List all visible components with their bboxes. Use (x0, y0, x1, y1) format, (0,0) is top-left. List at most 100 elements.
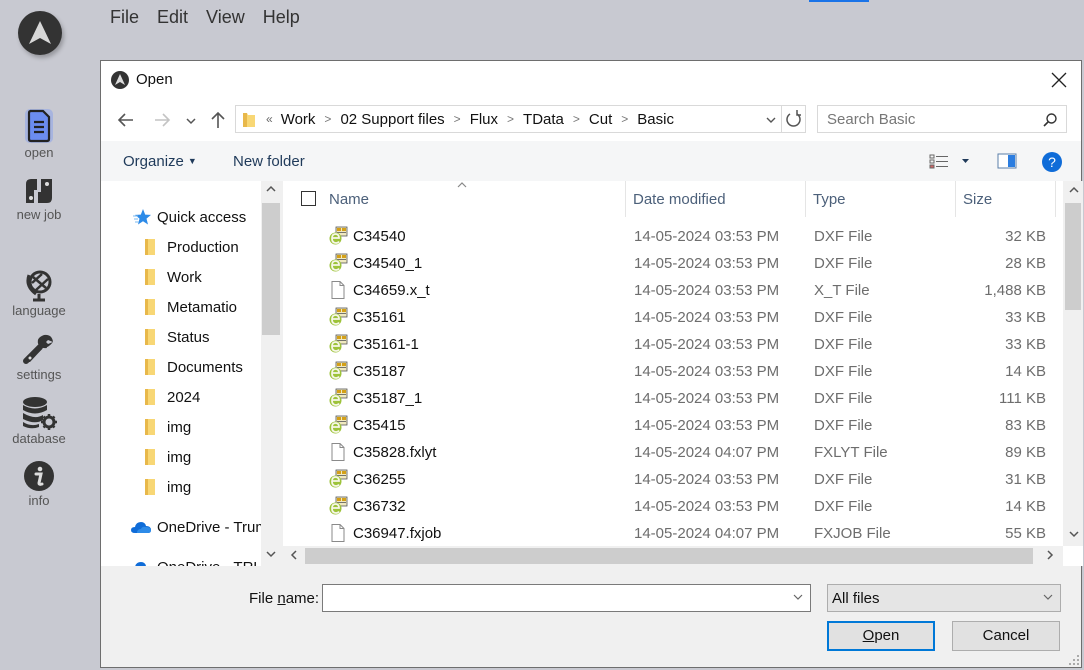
file-date-modified: 14-05-2024 03:53 PM (634, 309, 780, 326)
file-row[interactable]: C36947.fxjob 14-05-2024 04:07 PM FXJOB Fil… (283, 520, 1063, 547)
nav-folder-item[interactable]: Production (143, 234, 261, 260)
menu-file[interactable]: File (110, 6, 147, 28)
scroll-up-icon[interactable] (265, 184, 277, 197)
close-button[interactable] (1047, 69, 1071, 91)
preview-pane-button[interactable] (997, 152, 1017, 175)
nav-onedrive[interactable]: OneDrive - Trum (131, 514, 268, 540)
nav-label: 2024 (167, 388, 201, 406)
scroll-right-icon[interactable] (1045, 548, 1055, 565)
file-type-select[interactable]: All files (827, 584, 1061, 612)
address-dropdown-button[interactable] (765, 110, 777, 131)
file-size: 83 KB (1005, 417, 1046, 434)
nav-scrollbar[interactable] (261, 181, 281, 566)
nav-folder-item[interactable]: img (143, 414, 261, 440)
menu-edit[interactable]: Edit (157, 6, 196, 28)
breadcrumb-item[interactable]: TData (523, 111, 564, 128)
chevron-right-icon[interactable]: > (507, 112, 514, 126)
nav-onedrive[interactable]: OneDrive - TRU (131, 554, 264, 566)
file-row[interactable]: C35161-1 14-05-2024 03:53 PM DXF File 33 KB (283, 331, 1063, 358)
sidebar-database-button[interactable]: database (0, 396, 78, 446)
open-button[interactable]: Open (827, 621, 935, 651)
menu-help[interactable]: Help (263, 6, 308, 28)
list-horizontal-scrollbar[interactable] (283, 546, 1063, 566)
arrow-up-icon (211, 111, 225, 128)
file-row[interactable]: C35187_1 14-05-2024 03:53 PM DXF File 111 K… (283, 385, 1063, 412)
menu-view[interactable]: View (206, 6, 253, 28)
arrow-left-icon (117, 113, 133, 127)
list-scroll-thumb[interactable] (1065, 203, 1081, 310)
new-job-icon (26, 179, 52, 203)
recent-locations-button[interactable] (183, 109, 205, 131)
column-size[interactable]: Size (956, 181, 1056, 217)
file-row[interactable]: C35187 14-05-2024 03:53 PM DXF File 14 KB (283, 358, 1063, 385)
organize-button[interactable]: Organize ▼ (123, 153, 197, 170)
back-button[interactable] (115, 109, 137, 131)
scroll-up-icon[interactable] (1068, 185, 1080, 198)
breadcrumb-item[interactable]: 02 Support files (340, 111, 444, 128)
folder-icon (243, 113, 255, 127)
sidebar-language-button[interactable]: language (0, 268, 78, 318)
file-row[interactable]: C35828.fxlyt 14-05-2024 04:07 PM FXLYT Fil… (283, 439, 1063, 466)
file-row[interactable]: C35161 14-05-2024 03:53 PM DXF File 33 KB (283, 304, 1063, 331)
file-row[interactable]: C36255 14-05-2024 03:53 PM DXF File 31 KB (283, 466, 1063, 493)
refresh-button[interactable] (781, 106, 805, 132)
file-row[interactable]: C34540_1 14-05-2024 03:53 PM DXF File 28 KB (283, 250, 1063, 277)
app-logo-small-icon (111, 71, 129, 89)
new-folder-button[interactable]: New folder (233, 153, 305, 170)
nav-folder-item[interactable]: 2024 (143, 384, 261, 410)
change-view-button[interactable] (929, 152, 971, 175)
file-name-input[interactable] (322, 584, 811, 612)
nav-folder-item[interactable]: Documents (143, 354, 261, 380)
nav-scroll-thumb[interactable] (262, 203, 280, 335)
forward-button[interactable] (151, 109, 173, 131)
help-button[interactable]: ? (1041, 151, 1063, 178)
list-vertical-scrollbar[interactable] (1063, 181, 1083, 546)
column-type[interactable]: Type (806, 181, 956, 217)
breadcrumb-item[interactable]: Cut (589, 111, 612, 128)
nav-folder-item[interactable]: Metamatio (143, 294, 261, 320)
chevron-right-icon[interactable]: > (621, 112, 628, 126)
sidebar-settings-button[interactable]: settings (0, 332, 78, 382)
chevron-down-icon (1042, 590, 1054, 607)
sidebar-info-button[interactable]: info (0, 460, 78, 508)
file-name-dropdown-button[interactable] (792, 590, 804, 607)
resize-grip-icon[interactable] (1069, 655, 1079, 665)
breadcrumb-item[interactable]: Basic (637, 111, 674, 128)
file-name-label: File name: (249, 590, 320, 607)
breadcrumb-overflow[interactable]: « (266, 112, 273, 126)
chevron-right-icon[interactable]: > (454, 112, 461, 126)
nav-folder-item[interactable]: img (143, 474, 261, 500)
folder-icon (145, 419, 155, 435)
nav-folder-item[interactable]: Work (143, 264, 261, 290)
scroll-left-icon[interactable] (289, 548, 299, 565)
nav-folder-item[interactable]: img (143, 444, 261, 470)
command-bar: Organize ▼ New folder ? (101, 141, 1081, 181)
breadcrumb-item[interactable]: Work (281, 111, 316, 128)
column-name[interactable]: Name (322, 181, 626, 217)
scroll-down-icon[interactable] (265, 549, 277, 562)
select-all-checkbox[interactable] (301, 191, 316, 206)
chevron-right-icon[interactable]: > (324, 112, 331, 126)
list-hscroll-thumb[interactable] (305, 548, 1033, 564)
column-date-modified[interactable]: Date modified (626, 181, 806, 217)
nav-folder-item[interactable]: Status (143, 324, 261, 350)
dxf-file-icon (329, 361, 348, 380)
sidebar-label: info (28, 493, 50, 508)
file-row[interactable]: C34659.x_t 14-05-2024 03:53 PM X_T File 1,4… (283, 277, 1063, 304)
menubar: File Edit View Help (110, 6, 318, 28)
sidebar-new-job-button[interactable]: new job (0, 176, 78, 222)
scroll-down-icon[interactable] (1068, 529, 1080, 542)
file-row[interactable]: C35415 14-05-2024 03:53 PM DXF File 83 KB (283, 412, 1063, 439)
chevron-right-icon[interactable]: > (573, 112, 580, 126)
file-row[interactable]: C36732 14-05-2024 03:53 PM DXF File 14 KB (283, 493, 1063, 520)
breadcrumb-item[interactable]: Flux (470, 111, 498, 128)
address-bar[interactable]: « Work > 02 Support files > Flux > TData > C… (235, 105, 806, 133)
file-row[interactable]: C34540 14-05-2024 03:53 PM DXF File 32 KB (283, 223, 1063, 250)
sidebar-label: database (12, 431, 66, 446)
cancel-button[interactable]: Cancel (952, 621, 1060, 651)
up-button[interactable] (207, 109, 229, 131)
search-icon (1043, 113, 1057, 127)
search-field[interactable]: Search Basic (817, 105, 1067, 133)
nav-quick-access[interactable]: Quick access (133, 204, 246, 230)
sidebar-open-button[interactable]: open (0, 108, 78, 160)
